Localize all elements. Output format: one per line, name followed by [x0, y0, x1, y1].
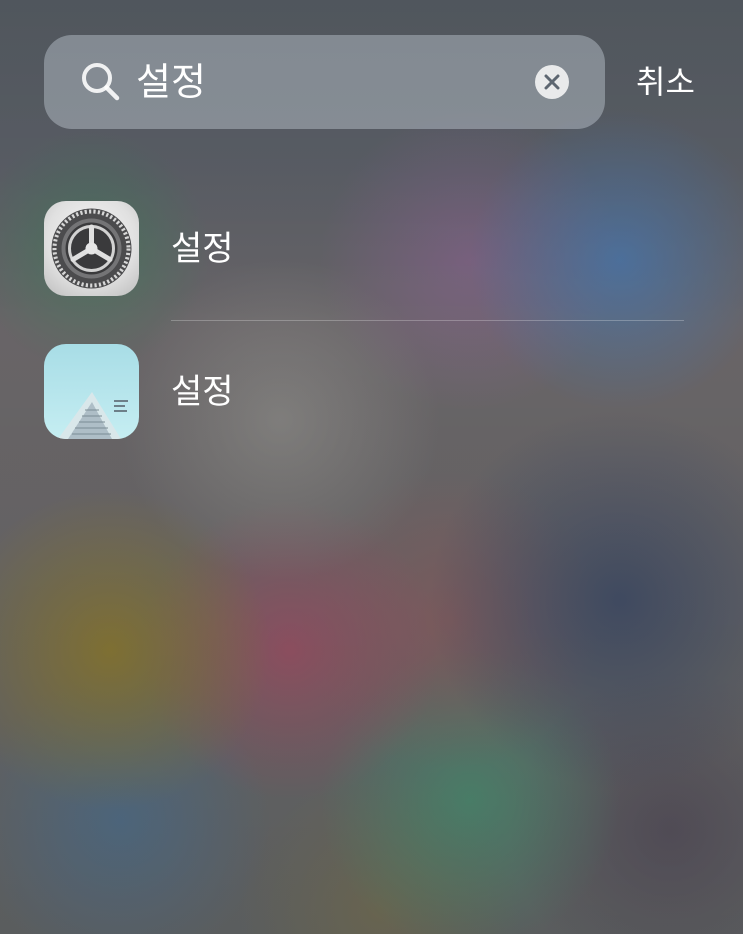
result-divider [171, 320, 684, 321]
clear-search-button[interactable] [535, 65, 569, 99]
blurred-wallpaper [0, 0, 743, 934]
search-result-settings[interactable]: 설정 [44, 201, 684, 297]
search-bar[interactable] [44, 35, 605, 129]
search-result-photo-settings[interactable]: 설정 [44, 344, 684, 440]
search-input[interactable] [136, 55, 516, 109]
building-photo-icon [44, 344, 139, 439]
result-label: 설정 [171, 372, 234, 412]
cancel-button[interactable]: 취소 [636, 60, 695, 104]
clear-icon [544, 74, 560, 90]
settings-gear-icon [44, 201, 139, 296]
result-label: 설정 [171, 229, 234, 269]
search-icon [79, 60, 123, 104]
